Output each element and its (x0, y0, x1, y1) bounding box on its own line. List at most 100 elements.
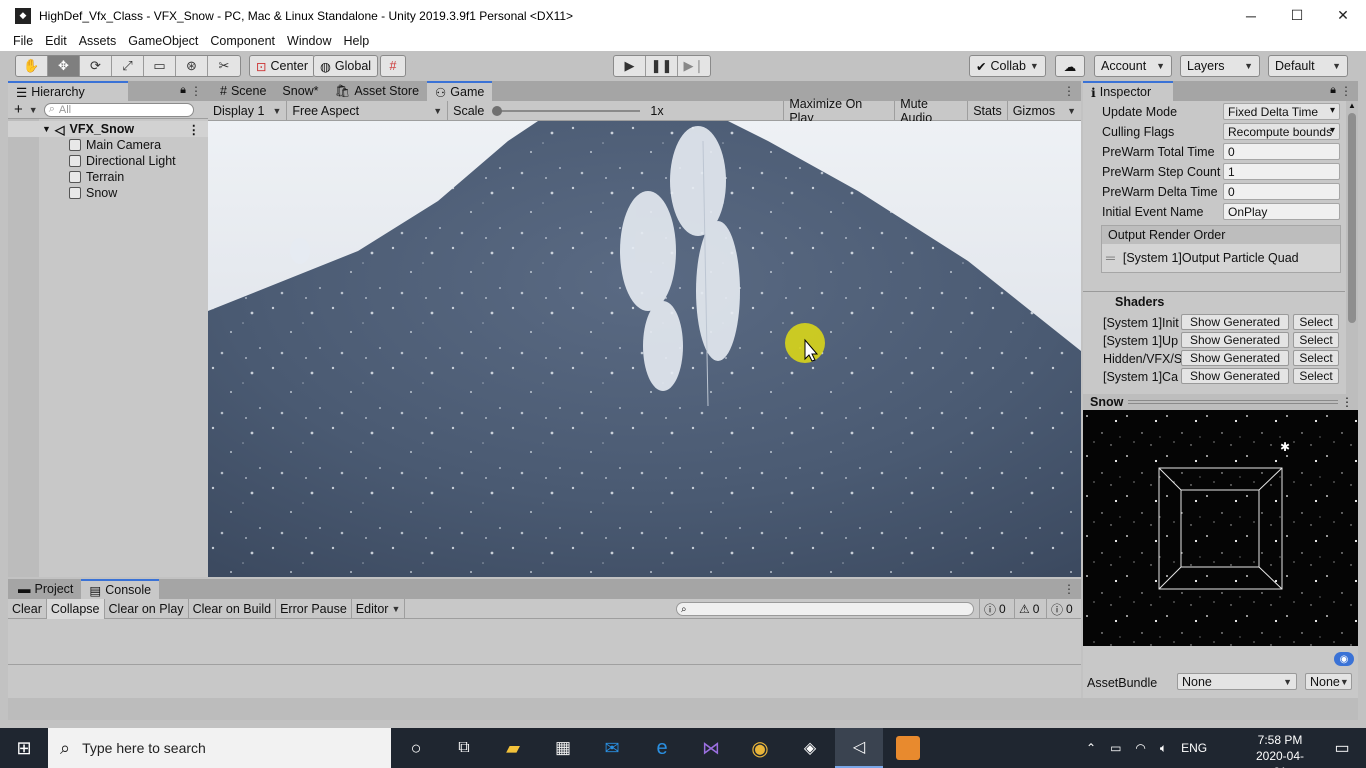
assetbundle-variant-dropdown[interactable]: None ▼ (1305, 673, 1352, 690)
aspect-dropdown[interactable]: Free Aspect ▼ (287, 100, 449, 121)
menu-gameobject[interactable]: GameObject (122, 34, 204, 48)
console-search-input[interactable]: ⌕ (676, 602, 974, 616)
hierarchy-search-input[interactable]: ⌕ All (43, 102, 194, 117)
tab-game[interactable]: ⚇ Game (427, 81, 493, 101)
task-view-icon[interactable]: ⧉ (440, 728, 488, 768)
drag-bar[interactable] (1128, 400, 1338, 404)
tab-console[interactable]: ▤ Console (81, 579, 160, 599)
clear-on-play-toggle[interactable]: Clear on Play (105, 598, 189, 619)
transform-tool-icon[interactable]: ⊛ (176, 56, 208, 76)
step-icon[interactable]: ▶❘ (678, 56, 710, 76)
move-tool-icon[interactable]: ✥ (48, 56, 80, 76)
store-icon[interactable]: ▦ (539, 728, 587, 768)
chevron-down-icon[interactable]: ▼ (1067, 106, 1076, 116)
layout-dropdown[interactable]: Default ▼ (1268, 55, 1348, 77)
update-mode-dropdown[interactable]: Fixed Delta Time (1223, 103, 1340, 120)
menu-file[interactable]: File (0, 34, 39, 48)
menu-component[interactable]: Component (204, 34, 281, 48)
rect-tool-icon[interactable]: ▭ (144, 56, 176, 76)
maximize-on-play-toggle[interactable]: Maximize On Play (784, 97, 896, 125)
minimize-button[interactable]: ─ (1228, 0, 1274, 31)
eye-icon[interactable]: ◉ (1334, 652, 1354, 666)
console-log-list[interactable] (8, 619, 1081, 665)
show-generated-button[interactable]: Show Generated (1181, 332, 1289, 348)
log-count-toggle[interactable]: ⓘ 0 (979, 599, 1010, 619)
select-button[interactable]: Select (1293, 332, 1339, 348)
unity-editor-icon[interactable]: ◁ (835, 728, 883, 768)
vfx-preview-viewport[interactable]: ✱ (1083, 410, 1358, 646)
snap-button[interactable]: # (380, 55, 406, 77)
pause-icon[interactable]: ❚❚ (646, 56, 678, 76)
tab-scene[interactable]: # Scene (212, 81, 274, 101)
lock-icon[interactable]: 🔒︎ (1330, 84, 1336, 97)
display-dropdown[interactable]: Display 1 ▼ (208, 100, 288, 121)
hierarchy-scene-row[interactable]: ▼ ◁ VFX_Snow ⋮ (8, 121, 208, 137)
taskbar-search-input[interactable]: ⌕ Type here to search (48, 728, 391, 768)
error-count-toggle[interactable]: ⓘ 0 (1046, 599, 1077, 619)
more-menu-icon[interactable]: ⋮ (1063, 84, 1075, 98)
show-generated-button[interactable]: Show Generated (1181, 314, 1289, 330)
rotate-tool-icon[interactable]: ⟳ (80, 56, 112, 76)
recorder-icon[interactable] (884, 728, 932, 768)
list-item[interactable]: Directional Light (8, 153, 208, 169)
taskbar-clock[interactable]: 7:58 PM 2020-04-21 (1250, 732, 1310, 768)
pivot-toggle[interactable]: ⊡ Center (249, 55, 316, 77)
scene-menu-icon[interactable]: ⋮ (188, 122, 201, 137)
tab-hierarchy[interactable]: ☰ Hierarchy (8, 81, 128, 101)
tab-snow-vfx[interactable]: Snow* (274, 81, 326, 101)
mail-icon[interactable]: ✉ (588, 728, 636, 768)
error-pause-toggle[interactable]: Error Pause (276, 598, 352, 619)
game-viewport[interactable] (208, 121, 1081, 577)
prewarm-step-field[interactable]: 1 (1223, 163, 1340, 180)
inspector-scrollbar[interactable]: ▲ (1346, 101, 1358, 394)
menu-assets[interactable]: Assets (73, 34, 123, 48)
collapse-toggle[interactable]: Collapse (46, 598, 105, 619)
tab-asset-store[interactable]: 🛍︎ Asset Store (327, 81, 428, 101)
volume-icon[interactable]: 🔈︎ (1160, 741, 1167, 756)
assetbundle-dropdown[interactable]: None ▼ (1177, 673, 1297, 690)
list-item[interactable]: Terrain (8, 169, 208, 185)
show-hidden-icons-icon[interactable]: ⌃ (1086, 741, 1096, 755)
clear-on-build-toggle[interactable]: Clear on Build (189, 598, 277, 619)
stats-toggle[interactable]: Stats (968, 100, 1008, 121)
gizmos-toggle[interactable]: Gizmos ▼ (1008, 101, 1081, 121)
scroll-up-icon[interactable]: ▲ (1346, 101, 1358, 113)
list-item[interactable]: Snow (8, 185, 208, 201)
custom-tool-icon[interactable]: ✂ (208, 56, 240, 76)
space-toggle[interactable]: ◍ Global (313, 55, 379, 77)
battery-icon[interactable]: ▭ (1110, 741, 1121, 755)
chrome-icon[interactable]: ◉ (736, 728, 784, 768)
scrollbar-thumb[interactable] (1348, 113, 1356, 323)
culling-flags-dropdown[interactable]: Recompute bounds (1223, 123, 1340, 140)
scale-tool-icon[interactable]: ⤢ (112, 56, 144, 76)
visual-studio-icon[interactable]: ⋈ (687, 728, 735, 768)
language-indicator[interactable]: ENG (1181, 741, 1207, 755)
menu-window[interactable]: Window (281, 34, 337, 48)
select-button[interactable]: Select (1293, 368, 1339, 384)
close-button[interactable]: ✕ (1320, 0, 1366, 31)
collab-dropdown[interactable]: ✔ Collab ▼ (969, 55, 1046, 77)
prewarm-total-field[interactable]: 0 (1223, 143, 1340, 160)
edge-icon[interactable]: e (638, 728, 686, 768)
hand-tool-icon[interactable]: ✋ (16, 56, 48, 76)
play-icon[interactable]: ▶ (614, 56, 646, 76)
mute-audio-toggle[interactable]: Mute Audio (895, 97, 969, 125)
unity-hub-icon[interactable]: ◈ (786, 728, 834, 768)
file-explorer-icon[interactable]: ▰ (489, 728, 537, 768)
show-generated-button[interactable]: Show Generated (1181, 350, 1289, 366)
more-menu-icon[interactable]: ⋮ (1341, 395, 1353, 409)
tab-project[interactable]: ▬ Project (10, 579, 81, 599)
warning-count-toggle[interactable]: ⚠ 0 (1014, 599, 1043, 619)
cloud-button[interactable]: ☁ (1055, 55, 1085, 77)
more-menu-icon[interactable]: ⋮ (1340, 84, 1352, 98)
expand-arrow-icon[interactable]: ▼ (42, 124, 51, 134)
more-menu-icon[interactable]: ⋮ (1063, 582, 1075, 596)
console-detail-area[interactable] (8, 665, 1081, 698)
list-item[interactable]: Main Camera (8, 137, 208, 153)
more-menu-icon[interactable]: ⋮ (190, 84, 202, 98)
editor-dropdown[interactable]: Editor ▼ (352, 598, 406, 619)
drag-handle-icon[interactable]: ═ (1106, 251, 1115, 265)
wifi-icon[interactable]: ◠ (1135, 741, 1145, 755)
menu-edit[interactable]: Edit (39, 34, 73, 48)
lock-icon[interactable]: 🔒︎ (180, 84, 186, 97)
